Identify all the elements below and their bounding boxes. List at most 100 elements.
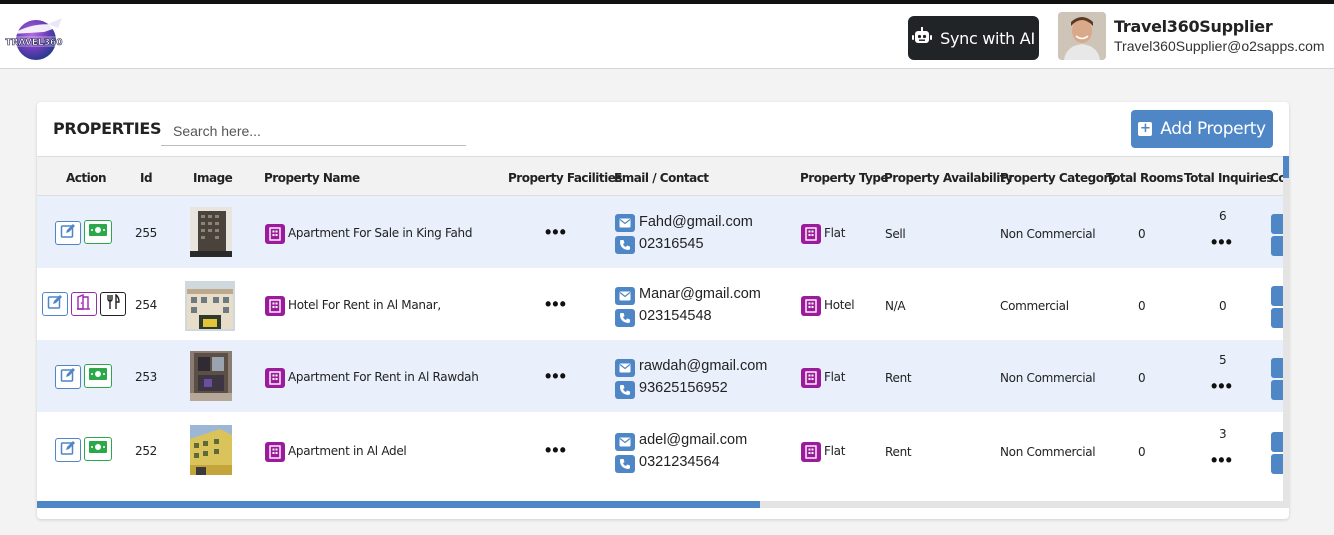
cut-off-button[interactable]: [1271, 454, 1283, 474]
properties-card: PROPERTIES + Add Property Action Id Imag…: [37, 102, 1289, 519]
edit-icon: [47, 294, 63, 315]
property-category: Commercial: [1000, 299, 1069, 313]
col-image: Image: [193, 171, 233, 185]
vertical-scrollbar-thumb[interactable]: [1283, 156, 1289, 178]
property-building-icon: [265, 368, 285, 388]
property-image[interactable]: [190, 351, 232, 401]
plus-icon: +: [1138, 121, 1153, 136]
col-email-contact: Email / Contact: [614, 171, 709, 185]
money-icon: [88, 367, 108, 386]
property-building-icon: [265, 224, 285, 244]
property-type: Hotel: [824, 298, 855, 312]
contact-phone[interactable]: 023154548: [639, 308, 712, 324]
property-name[interactable]: Apartment For Sale in King Fahd: [288, 226, 472, 240]
cut-off-button[interactable]: [1271, 214, 1283, 234]
total-inquiries: 0: [1219, 299, 1227, 313]
property-name[interactable]: Apartment For Rent in Al Rawdah: [288, 370, 479, 384]
contact-email[interactable]: adel@gmail.com: [639, 432, 747, 448]
row-id: 254: [135, 298, 158, 312]
col-action: Action: [66, 171, 107, 185]
inquiries-more[interactable]: •••: [1211, 450, 1233, 471]
edit-button[interactable]: [42, 292, 68, 316]
total-rooms: 0: [1138, 299, 1146, 313]
inquiries-more[interactable]: •••: [1211, 376, 1233, 397]
facilities-more[interactable]: •••: [545, 294, 567, 315]
property-type: Flat: [824, 444, 846, 458]
pricing-button[interactable]: [84, 437, 112, 461]
total-inquiries: 5: [1219, 353, 1227, 367]
user-avatar[interactable]: [1058, 12, 1106, 60]
sync-label: Sync with AI: [940, 28, 1035, 48]
cut-off-button[interactable]: [1271, 308, 1283, 328]
dining-button[interactable]: [100, 292, 126, 316]
col-property-availability: Property Availability: [884, 171, 1013, 185]
pricing-button[interactable]: [84, 220, 112, 244]
property-image[interactable]: [190, 425, 232, 475]
col-total-rooms: Total Rooms: [1106, 171, 1183, 185]
facilities-more[interactable]: •••: [545, 440, 567, 461]
total-inquiries: 3: [1219, 427, 1227, 441]
page-title: PROPERTIES: [53, 119, 162, 138]
sync-with-ai-button[interactable]: Sync with AI: [908, 16, 1039, 60]
row-id: 255: [135, 226, 158, 240]
property-category: Non Commercial: [1000, 445, 1096, 459]
row-id: 252: [135, 444, 158, 458]
money-icon: [88, 440, 108, 459]
cut-off-button[interactable]: [1271, 358, 1283, 378]
contact-email[interactable]: Fahd@gmail.com: [639, 214, 753, 230]
contact-email[interactable]: Manar@gmail.com: [639, 286, 761, 302]
table-row[interactable]: 254 Hotel For Rent in Al Manar, ••• Mana…: [37, 268, 1283, 340]
property-image[interactable]: [190, 207, 232, 257]
edit-icon: [60, 367, 76, 388]
contact-phone[interactable]: 0321234564: [639, 454, 720, 470]
contact-email[interactable]: rawdah@gmail.com: [639, 358, 767, 374]
total-inquiries: 6: [1219, 209, 1227, 223]
edit-button[interactable]: [55, 438, 81, 462]
row-id: 253: [135, 370, 158, 384]
total-rooms: 0: [1138, 227, 1146, 241]
cut-off-button[interactable]: [1271, 236, 1283, 256]
col-id: Id: [140, 171, 153, 185]
cut-off-button[interactable]: [1271, 432, 1283, 452]
travel360-logo[interactable]: TRAVEL360: [4, 14, 66, 64]
phone-icon: [615, 381, 635, 399]
property-availability: Rent: [885, 371, 912, 385]
table-row[interactable]: 253 Apartment For Rent in Al Rawdah ••• …: [37, 340, 1283, 412]
email-icon: [615, 287, 635, 305]
property-building-icon: [265, 296, 285, 316]
table-row[interactable]: 252 Apartment in Al Adel ••• adel@gmail.…: [37, 412, 1283, 490]
search-input[interactable]: [161, 116, 466, 146]
user-name: Travel360Supplier: [1114, 17, 1273, 36]
cut-off-button[interactable]: [1271, 286, 1283, 306]
property-type-icon: [801, 296, 821, 316]
table-row[interactable]: 255 Apartment For Sale in King Fahd ••• …: [37, 196, 1283, 268]
property-name[interactable]: Apartment in Al Adel: [288, 444, 407, 458]
cut-off-button[interactable]: [1271, 380, 1283, 400]
vertical-scrollbar-track[interactable]: [1283, 156, 1289, 508]
rooms-button[interactable]: [71, 292, 97, 316]
phone-icon: [615, 309, 635, 327]
edit-icon: [60, 440, 76, 461]
col-property-type: Property Type: [800, 171, 889, 185]
edit-button[interactable]: [55, 365, 81, 389]
table-header: Action Id Image Property Name Property F…: [37, 156, 1287, 196]
horizontal-scrollbar-thumb[interactable]: [37, 501, 760, 508]
edit-button[interactable]: [55, 221, 81, 245]
facilities-more[interactable]: •••: [545, 366, 567, 387]
add-property-button[interactable]: + Add Property: [1131, 110, 1273, 148]
total-rooms: 0: [1138, 371, 1146, 385]
email-icon: [615, 214, 635, 232]
property-image[interactable]: [185, 281, 235, 331]
col-property-category: Property Category: [1000, 171, 1117, 185]
fork-knife-icon: [105, 293, 121, 315]
pricing-button[interactable]: [84, 364, 112, 388]
contact-phone[interactable]: 93625156952: [639, 380, 728, 396]
inquiries-more[interactable]: •••: [1211, 232, 1233, 253]
property-name[interactable]: Hotel For Rent in Al Manar,: [288, 298, 441, 312]
facilities-more[interactable]: •••: [545, 222, 567, 243]
phone-icon: [615, 455, 635, 473]
robot-icon: [912, 27, 933, 49]
contact-phone[interactable]: 02316545: [639, 236, 704, 252]
property-type-icon: [801, 368, 821, 388]
door-icon: [76, 293, 92, 315]
